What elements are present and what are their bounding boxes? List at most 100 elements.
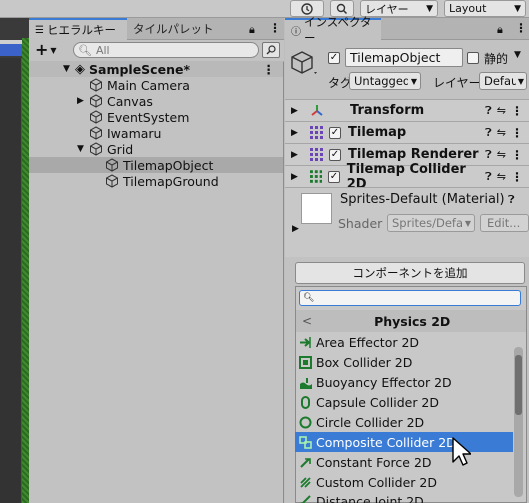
- tab-tile-palette[interactable]: タイルパレット: [127, 18, 227, 40]
- distance-joint-icon: [300, 495, 311, 503]
- chevron-right-icon[interactable]: ▶: [291, 172, 305, 182]
- hierarchy-item-selected[interactable]: TilemapObject: [29, 157, 283, 173]
- tab-hierarchy[interactable]: ☰ ヒエラルキー: [29, 18, 127, 40]
- scene-row[interactable]: ▼ ◈ SampleScene* ⋮: [29, 61, 283, 77]
- hierarchy-item[interactable]: Main Camera: [29, 77, 283, 93]
- more-options-icon[interactable]: ⋮: [269, 21, 281, 35]
- grass-tiles: [22, 38, 29, 503]
- shader-edit-button[interactable]: Edit...: [480, 214, 529, 232]
- chevron-down-icon: ▼: [410, 76, 417, 86]
- list-icon: ☰: [35, 24, 44, 36]
- component-enabled-checkbox[interactable]: ✓: [329, 148, 341, 161]
- shader-dropdown[interactable]: Sprites/Default ▼: [387, 214, 475, 232]
- more-options-icon[interactable]: ⋮: [511, 148, 523, 162]
- scene-view[interactable]: [0, 18, 29, 503]
- layer-dropdown[interactable]: Default ▼: [479, 72, 527, 90]
- popup-item[interactable]: Circle Collider 2D: [295, 412, 527, 432]
- popup-item[interactable]: Area Effector 2D: [295, 332, 527, 352]
- hierarchy-item[interactable]: EventSystem: [29, 109, 283, 125]
- preset-icon[interactable]: ⇋: [497, 126, 506, 139]
- lock-icon[interactable]: 🔒︎: [497, 23, 503, 37]
- buoyancy-effector-icon: [300, 377, 312, 389]
- add-component-button[interactable]: コンポーネントを追加: [295, 262, 525, 284]
- component-enabled-checkbox[interactable]: ✓: [328, 170, 340, 183]
- hierarchy-item[interactable]: Iwamaru: [29, 125, 283, 141]
- object-name-field[interactable]: TilemapObject: [345, 48, 463, 67]
- popup-category-header[interactable]: < Physics 2D: [296, 310, 526, 332]
- hierarchy-search-input[interactable]: 🔍︎ All: [73, 42, 259, 58]
- chevron-down-icon[interactable]: ▼: [63, 64, 75, 74]
- tilemap-renderer-icon: [310, 148, 323, 161]
- layout-dropdown[interactable]: Layout ▼: [444, 0, 526, 17]
- chevron-down-icon: ▼: [464, 218, 471, 228]
- material-name: Sprites-Default (Material): [340, 192, 505, 207]
- static-checkbox[interactable]: [467, 52, 479, 64]
- tab-inspector[interactable]: ⓘ インスペクター: [285, 15, 381, 45]
- popup-item[interactable]: Custom Collider 2D: [295, 472, 527, 492]
- help-icon[interactable]: ❓︎: [508, 193, 515, 207]
- more-options-icon[interactable]: ⋮: [263, 62, 276, 77]
- tag-dropdown[interactable]: Untagged ▼: [349, 72, 421, 90]
- more-options-icon[interactable]: ⋮: [511, 104, 523, 118]
- game-object-icon: [89, 110, 103, 124]
- game-object-icon: [89, 78, 103, 92]
- create-button[interactable]: + ▼: [35, 42, 65, 58]
- component-tilemap[interactable]: ▶ ✓ Tilemap ❓︎ ⇋ ⋮: [285, 121, 529, 143]
- scene-tool-button[interactable]: [0, 44, 22, 56]
- chevron-right-icon[interactable]: ▶: [291, 150, 305, 160]
- help-icon[interactable]: ❓︎: [485, 104, 492, 118]
- object-name-value: TilemapObject: [350, 50, 441, 65]
- layer-dropdown-value: Default: [484, 74, 516, 88]
- hierarchy-item[interactable]: ▶ Canvas: [29, 93, 283, 109]
- popup-item-label: Area Effector 2D: [316, 334, 420, 350]
- preset-icon[interactable]: ⇋: [497, 170, 506, 183]
- chevron-right-icon[interactable]: ▶: [291, 106, 305, 116]
- popup-item-selected[interactable]: Composite Collider 2D: [295, 432, 513, 452]
- popup-item[interactable]: Box Collider 2D: [295, 352, 527, 372]
- game-object-icon: [89, 142, 103, 156]
- hierarchy-panel: ☰ ヒエラルキー タイルパレット 🔒︎ ⋮ + ▼ 🔍︎ All ▼ ◈ Sam…: [29, 18, 284, 503]
- custom-collider-icon: [300, 476, 311, 488]
- game-object-large-icon[interactable]: [289, 48, 319, 78]
- search-icon: [336, 3, 348, 14]
- active-checkbox[interactable]: ✓: [328, 52, 340, 64]
- tab-tile-palette-label: タイルパレット: [133, 22, 214, 36]
- chevron-down-icon[interactable]: ▼: [77, 144, 89, 154]
- chevron-right-icon[interactable]: ▶: [292, 224, 299, 234]
- lock-icon[interactable]: 🔒︎: [249, 23, 255, 37]
- component-tilemap-collider[interactable]: ▶ ✓ Tilemap Collider 2D ❓︎ ⇋ ⋮: [285, 162, 529, 192]
- hierarchy-search-placeholder: All: [95, 43, 110, 57]
- more-options-icon[interactable]: ⋮: [511, 170, 523, 184]
- component-search-input[interactable]: 🔍︎: [299, 290, 521, 306]
- layer-label: レイヤー: [433, 76, 481, 90]
- popup-item[interactable]: Buoyancy Effector 2D: [295, 372, 527, 392]
- component-transform[interactable]: ▶ Transform ❓︎ ⇋ ⋮: [285, 99, 529, 121]
- help-icon[interactable]: ❓︎: [485, 170, 492, 184]
- preset-icon[interactable]: ⇋: [497, 148, 506, 161]
- help-icon[interactable]: ❓︎: [485, 126, 492, 140]
- popup-item-label: Custom Collider 2D: [316, 474, 437, 490]
- hierarchy-item[interactable]: ▼ Grid: [29, 141, 283, 157]
- search-by-type-button[interactable]: [262, 42, 280, 58]
- hierarchy-item[interactable]: TilemapGround: [29, 173, 283, 189]
- preset-icon[interactable]: ⇋: [497, 104, 506, 117]
- popup-item[interactable]: Distance Joint 2D: [295, 492, 527, 503]
- capsule-collider-icon: [301, 395, 310, 409]
- chevron-down-icon[interactable]: ▼: [514, 50, 521, 60]
- area-effector-icon: [300, 336, 311, 348]
- component-enabled-checkbox[interactable]: ✓: [329, 126, 341, 139]
- help-icon[interactable]: ❓︎: [485, 148, 492, 162]
- popup-item[interactable]: Constant Force 2D: [295, 452, 527, 472]
- more-options-icon[interactable]: ⋮: [511, 126, 523, 140]
- chevron-right-icon[interactable]: ▶: [291, 128, 305, 138]
- more-options-icon[interactable]: ⋮: [515, 21, 527, 35]
- tag-dropdown-value: Untagged: [354, 74, 408, 88]
- add-component-label: コンポーネントを追加: [352, 266, 468, 280]
- back-arrow-icon[interactable]: <: [302, 314, 312, 328]
- chevron-right-icon[interactable]: ▶: [77, 96, 89, 106]
- game-object-icon: [89, 126, 103, 140]
- popup-item[interactable]: Capsule Collider 2D: [295, 392, 527, 412]
- top-toolbar: レイヤー ▼ Layout ▼: [0, 0, 529, 18]
- shader-edit-label: Edit...: [487, 216, 521, 230]
- hierarchy-item-label: TilemapGround: [123, 173, 219, 189]
